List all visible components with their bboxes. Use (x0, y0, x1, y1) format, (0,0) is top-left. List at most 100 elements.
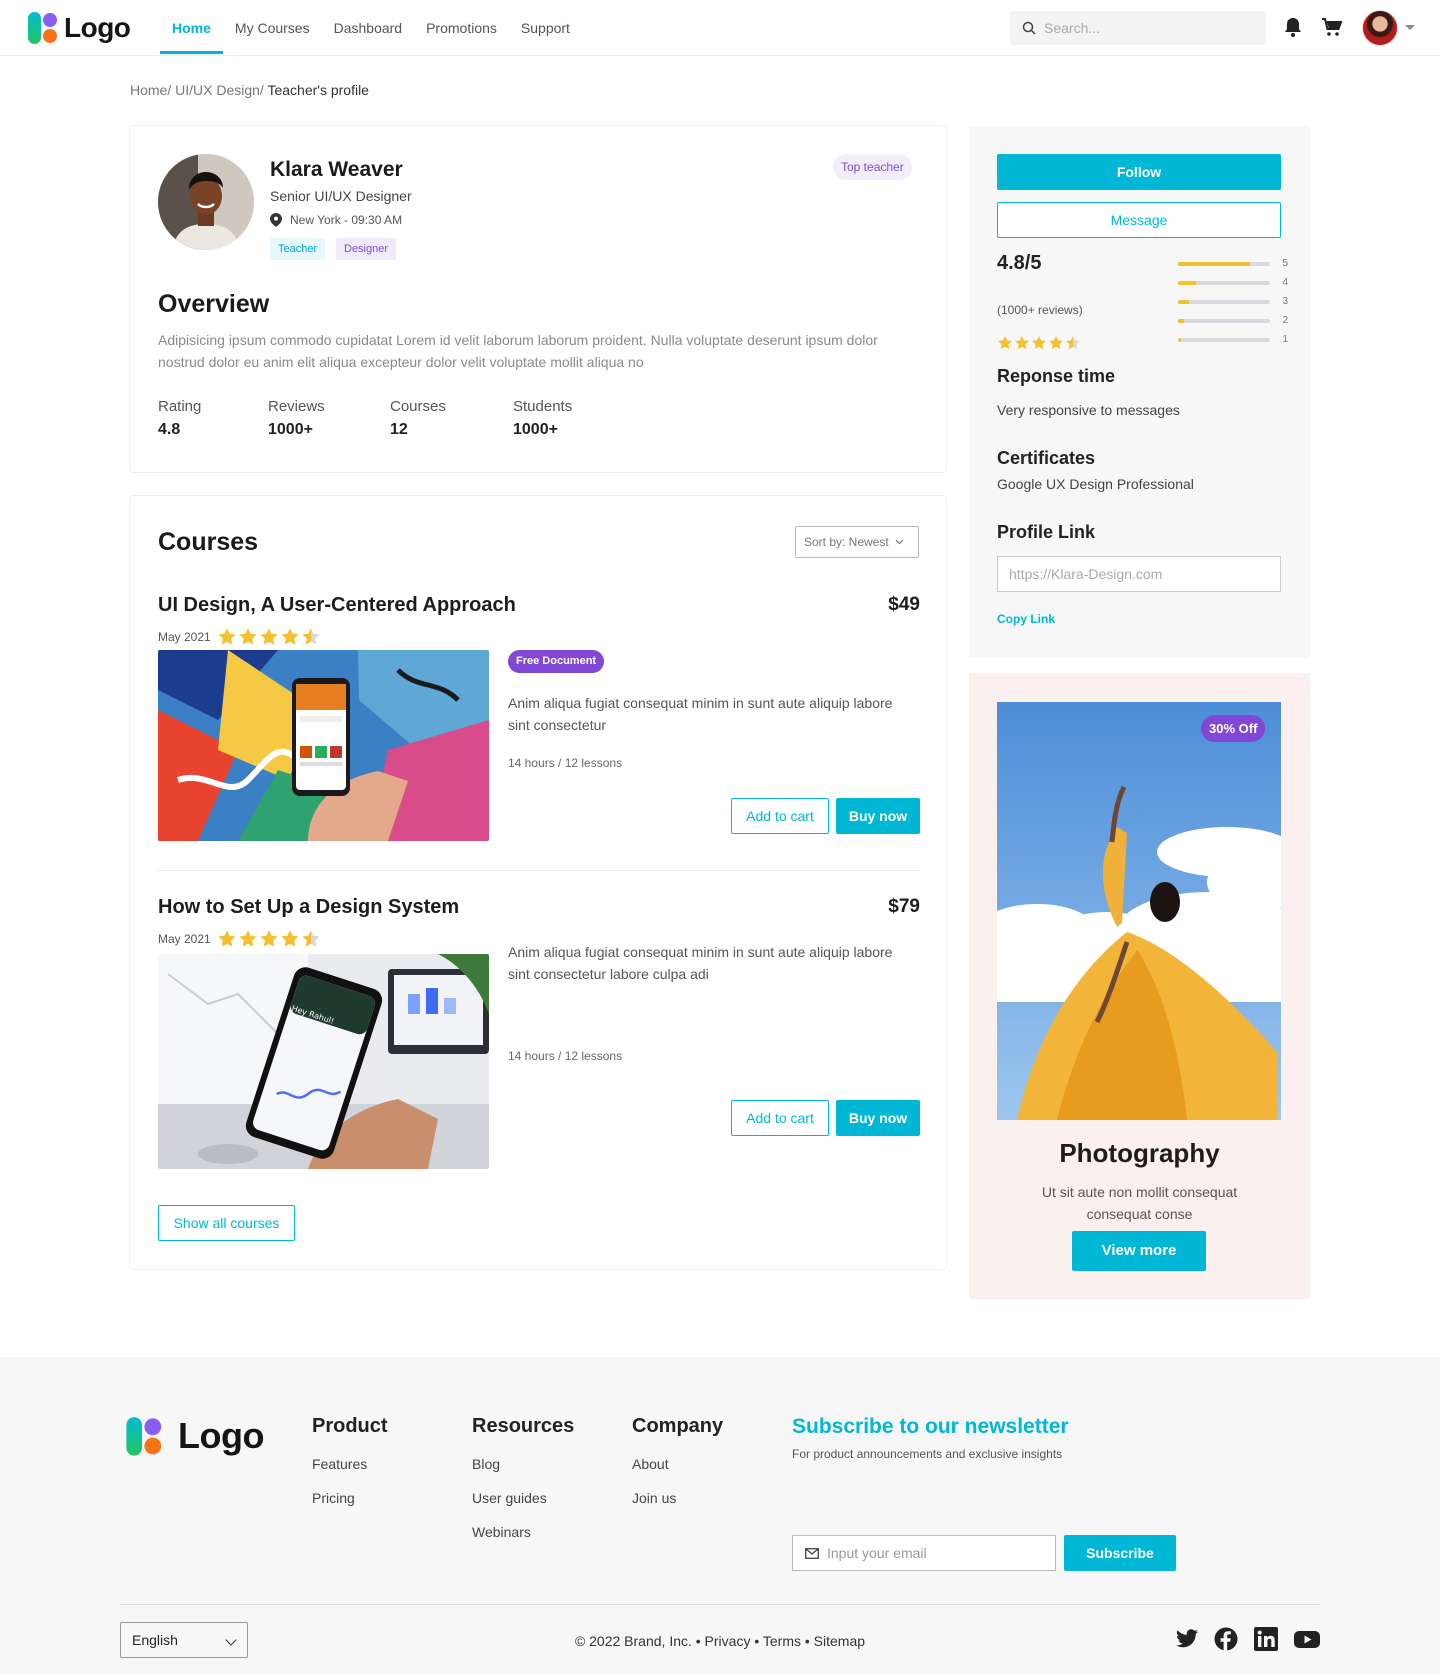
rating-bar-label: 2 (1282, 315, 1288, 326)
stat-label: Rating (158, 398, 202, 415)
overview-title: Overview (158, 290, 270, 318)
star-icon (239, 628, 257, 645)
course-title[interactable]: UI Design, A User-Centered Approach (158, 594, 516, 617)
newsletter-subtitle: For product announcements and exclusive … (792, 1447, 1063, 1461)
twitter-icon[interactable] (1174, 1627, 1200, 1651)
promo-text: Ut sit aute non mollit consequat consequ… (1041, 1184, 1238, 1222)
footer-link[interactable]: Features (312, 1456, 388, 1472)
course-thumbnail[interactable]: Hey Rahul! (158, 954, 489, 1169)
star-icon (998, 336, 1012, 350)
star-icon (260, 628, 278, 645)
stat-value: 4.8 (158, 421, 181, 438)
profile-photo (158, 154, 254, 250)
star-icon (302, 628, 320, 645)
chevron-down-icon[interactable] (1405, 25, 1415, 30)
message-button[interactable]: Message (997, 202, 1281, 238)
cart-icon[interactable] (1321, 16, 1343, 38)
add-to-cart-button[interactable]: Add to cart (731, 798, 829, 834)
sort-dropdown[interactable]: Sort by: Newest (795, 526, 919, 558)
location-pin-icon (270, 213, 282, 227)
sort-label: Sort by: Newest (804, 535, 889, 549)
footer-logo[interactable]: Logo (124, 1415, 264, 1457)
chip-teacher: Teacher (270, 238, 326, 260)
rating-bar-fill (1178, 318, 1185, 323)
user-avatar[interactable] (1362, 10, 1398, 46)
logo-text: Logo (178, 1415, 264, 1456)
footer-link[interactable]: Webinars (472, 1524, 574, 1540)
footer-link[interactable]: Pricing (312, 1490, 388, 1506)
view-more-button[interactable]: View more (1072, 1231, 1206, 1271)
rating-count: (1000+ reviews) (997, 303, 1083, 317)
star-icon (1015, 336, 1029, 350)
facebook-icon[interactable] (1214, 1627, 1238, 1651)
breadcrumb: Home/ UI/UX Design/ Teacher's profile (130, 82, 369, 98)
promo-title: Photography (1059, 1138, 1220, 1168)
star-icon (260, 930, 278, 947)
stat-label: Reviews (268, 398, 325, 415)
footer-link[interactable]: User guides (472, 1490, 574, 1506)
stat-label: Courses (390, 398, 446, 415)
stat-students: Students 1000+ (513, 398, 572, 439)
footer-column-company: Company About Join us (632, 1415, 723, 1524)
profile-link-field[interactable]: https://Klara-Design.com (997, 556, 1281, 592)
logo-text: Logo (64, 12, 131, 43)
buy-now-button[interactable]: Buy now (836, 798, 920, 834)
nav-home[interactable]: Home (160, 0, 223, 56)
promo-image[interactable] (997, 702, 1281, 1120)
course-title[interactable]: How to Set Up a Design System (158, 896, 459, 919)
rating-bar-track (1178, 280, 1270, 285)
star-icon (281, 930, 299, 947)
nav-dashboard[interactable]: Dashboard (322, 0, 415, 56)
teacher-location: New York - 09:30 AM (270, 213, 402, 227)
show-all-courses-button[interactable]: Show all courses (158, 1205, 295, 1241)
top-teacher-badge: Top teacher (833, 154, 912, 180)
email-field[interactable] (792, 1535, 1056, 1571)
nav-my-courses[interactable]: My Courses (223, 0, 322, 56)
add-to-cart-button[interactable]: Add to cart (731, 1100, 829, 1136)
footer-link[interactable]: Blog (472, 1456, 574, 1472)
star-icon (218, 628, 236, 645)
rating-bar-row: 5 (1178, 254, 1288, 273)
search-icon (1022, 21, 1036, 35)
rating-bar-track (1178, 318, 1270, 323)
teacher-role: Senior UI/UX Designer (270, 188, 412, 204)
location-text: New York - 09:30 AM (290, 213, 403, 227)
bell-icon[interactable] (1283, 16, 1303, 38)
logo[interactable]: Logo (26, 11, 131, 45)
courses-title: Courses (158, 528, 259, 556)
course-description: Anim aliqua fugiat consequat minim in su… (508, 695, 893, 733)
star-rating (217, 929, 321, 949)
course-thumbnail[interactable] (158, 650, 489, 841)
course-price: $49 (888, 594, 920, 615)
star-icon (1049, 336, 1063, 350)
linkedin-icon[interactable] (1254, 1627, 1278, 1651)
follow-button[interactable]: Follow (997, 154, 1281, 190)
nav-promotions[interactable]: Promotions (414, 0, 509, 56)
breadcrumb-path[interactable]: Home/ UI/UX Design/ (130, 82, 264, 98)
stat-value: 12 (390, 421, 408, 438)
search-box[interactable] (1010, 11, 1266, 45)
youtube-icon[interactable] (1294, 1627, 1320, 1651)
subscribe-button[interactable]: Subscribe (1064, 1535, 1176, 1571)
free-document-badge: Free Document (508, 650, 605, 673)
star-icon (1066, 336, 1080, 350)
nav-support[interactable]: Support (509, 0, 582, 56)
response-time-text: Very responsive to messages (997, 402, 1180, 418)
course-divider (158, 870, 920, 871)
course-date: May 2021 (158, 630, 211, 644)
stat-reviews: Reviews 1000+ (268, 398, 325, 439)
star-rating (997, 335, 1081, 351)
email-input[interactable] (827, 1545, 1047, 1561)
footer-column-title: Product (312, 1415, 388, 1437)
footer-link[interactable]: Join us (632, 1490, 723, 1506)
footer-link[interactable]: About (632, 1456, 723, 1472)
copy-link-button[interactable]: Copy Link (997, 612, 1055, 626)
buy-now-button[interactable]: Buy now (836, 1100, 920, 1136)
course-item: How to Set Up a Design System $79 May 20… (158, 896, 920, 1178)
search-input[interactable] (1044, 20, 1244, 36)
footer-column-resources: Resources Blog User guides Webinars (472, 1415, 574, 1558)
stat-label: Students (513, 398, 573, 415)
discount-badge: 30% Off (1201, 715, 1266, 742)
rating-breakdown: 5 4 3 2 1 (1178, 254, 1288, 349)
certificates-title: Certificates (997, 448, 1096, 468)
